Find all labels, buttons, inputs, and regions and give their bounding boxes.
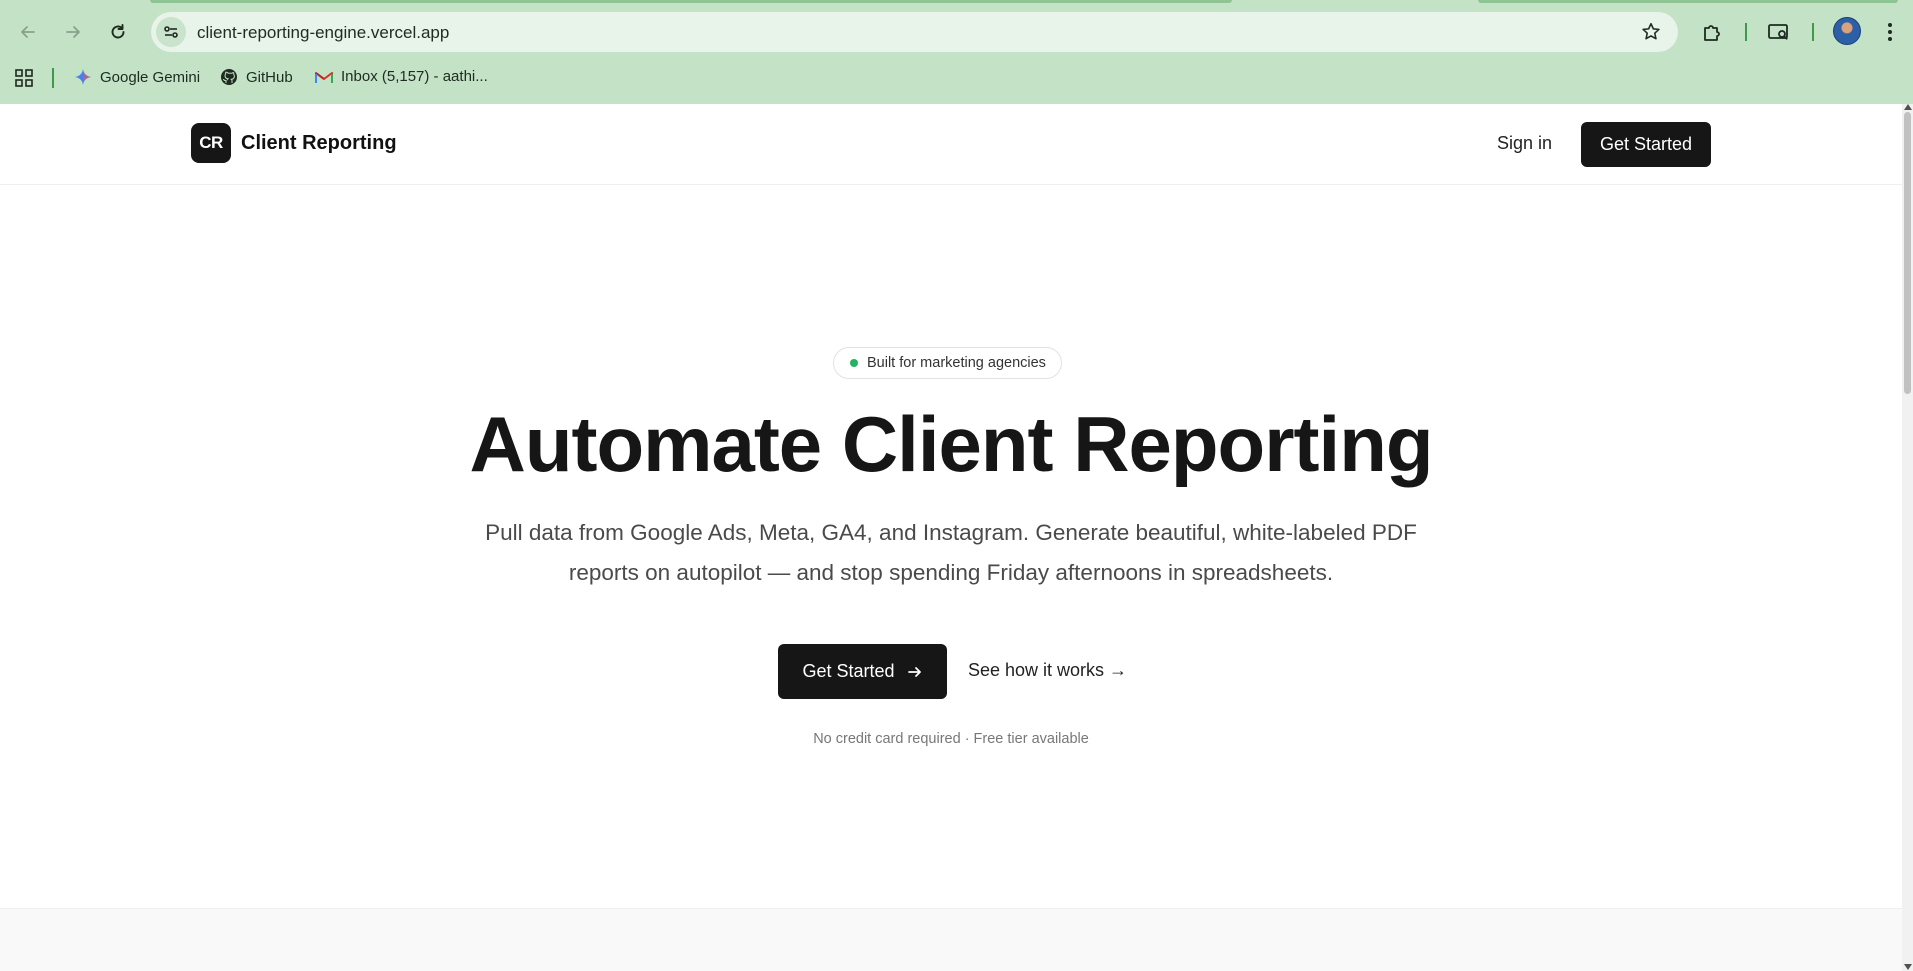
- bookmark-label: Google Gemini: [100, 68, 201, 86]
- sign-in-link[interactable]: Sign in: [1497, 133, 1552, 154]
- scroll-down-arrow[interactable]: [1904, 964, 1912, 970]
- hero-get-started-button[interactable]: Get Started: [778, 644, 947, 699]
- forward-arrow-icon: [66, 26, 80, 38]
- hero-title: Automate Client Reporting: [469, 400, 1434, 488]
- tab-search-button[interactable]: [1765, 18, 1793, 46]
- profile-avatar[interactable]: [1833, 17, 1861, 45]
- toolbar-divider: [1812, 23, 1814, 41]
- bookmark-inbox[interactable]: Inbox (5,157) - aathi...: [315, 68, 488, 85]
- site-info-button[interactable]: [156, 17, 186, 47]
- bookmark-google-gemini[interactable]: Google Gemini: [74, 68, 200, 86]
- screen-search-icon: [1768, 24, 1788, 40]
- bookmark-star-icon[interactable]: [1640, 21, 1662, 43]
- browser-menu-button[interactable]: [1876, 18, 1904, 46]
- browser-chrome: client-reporting-engine.vercel.app Googl…: [0, 0, 1913, 104]
- github-icon: [221, 69, 237, 85]
- brand-link[interactable]: CR Client Reporting: [191, 123, 397, 163]
- status-dot: [850, 359, 858, 367]
- gmail-icon: [315, 71, 333, 83]
- header-get-started-button[interactable]: Get Started: [1581, 122, 1711, 167]
- reload-button[interactable]: [100, 14, 136, 50]
- site-header: CR Client Reporting Sign in Get Started: [0, 104, 1902, 185]
- brand-name: Client Reporting: [241, 131, 397, 154]
- toolbar-divider: [1745, 23, 1747, 41]
- gemini-icon: [75, 69, 91, 85]
- back-button[interactable]: [10, 14, 46, 50]
- audience-badge: Built for marketing agencies: [833, 347, 1062, 379]
- apps-grid-icon: [15, 69, 33, 87]
- bookmarks-bar: Google Gemini GitHub Inbox (5,157) - aat…: [0, 64, 1913, 92]
- address-bar[interactable]: client-reporting-engine.vercel.app: [151, 12, 1678, 52]
- fine-print: No credit card required · Free tier avai…: [813, 731, 1089, 747]
- kebab-menu-icon: [1888, 23, 1892, 41]
- next-section: [0, 908, 1902, 971]
- active-tab-indicator[interactable]: [150, 0, 1232, 3]
- bookmarks-divider: [52, 68, 54, 88]
- badge-text: Built for marketing agencies: [867, 355, 1046, 371]
- puzzle-icon: [1704, 25, 1720, 41]
- apps-button[interactable]: [14, 68, 34, 88]
- bookmark-label: Inbox (5,157) - aathi...: [341, 68, 488, 85]
- scrollbar-thumb[interactable]: [1904, 112, 1911, 394]
- tab-strip: [0, 0, 1913, 3]
- page-scrollbar[interactable]: [1902, 104, 1913, 971]
- hero-subtitle: Pull data from Google Ads, Meta, GA4, an…: [485, 520, 1417, 585]
- url-text[interactable]: client-reporting-engine.vercel.app: [197, 23, 449, 43]
- reload-icon: [111, 24, 125, 39]
- back-arrow-icon: [21, 26, 35, 38]
- extensions-button[interactable]: [1698, 18, 1726, 46]
- bookmark-github[interactable]: GitHub: [220, 68, 293, 86]
- forward-button[interactable]: [55, 14, 91, 50]
- bookmark-label: GitHub: [246, 68, 293, 86]
- scroll-up-arrow[interactable]: [1904, 104, 1912, 110]
- web-page: CR Client Reporting Sign in Get Started …: [0, 104, 1902, 971]
- tab-indicator[interactable]: [1478, 0, 1898, 3]
- brand-logo: CR: [191, 123, 231, 163]
- arrow-right-icon: [907, 666, 921, 677]
- see-how-it-works-link[interactable]: See how it works →: [968, 660, 1127, 681]
- hero-cta-label: Get Started: [802, 661, 895, 681]
- browser-toolbar: client-reporting-engine.vercel.app: [0, 10, 1913, 54]
- tune-icon: [164, 26, 178, 38]
